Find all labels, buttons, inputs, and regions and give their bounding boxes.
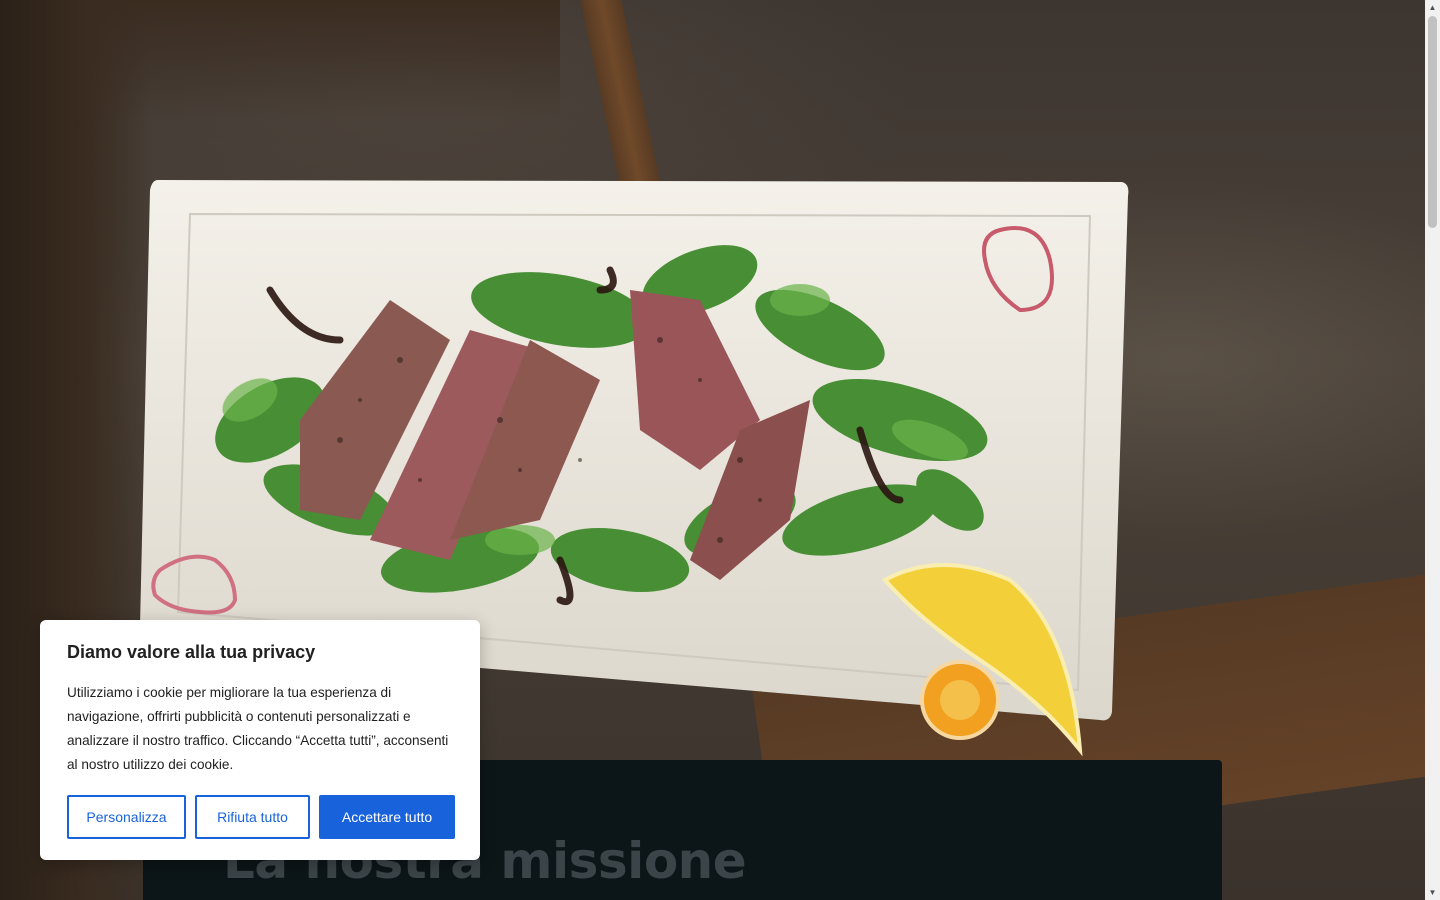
cookie-description: Utilizziamo i cookie per migliorare la t… <box>67 685 449 772</box>
reject-all-button[interactable]: Rifiuta tutto <box>195 795 310 839</box>
customize-button[interactable]: Personalizza <box>67 795 186 839</box>
cookie-title: Diamo valore alla tua privacy <box>67 642 316 662</box>
cookie-buttons: Personalizza Rifiuta tutto Accettare tut… <box>67 795 455 839</box>
cookie-consent-dialog: Diamo valore alla tua privacy Utilizziam… <box>40 620 480 860</box>
page-scrollbar[interactable]: ▲ ▼ <box>1425 0 1440 900</box>
scroll-down-arrow-icon[interactable]: ▼ <box>1425 885 1440 900</box>
scroll-up-arrow-icon[interactable]: ▲ <box>1425 0 1440 15</box>
accept-all-button[interactable]: Accettare tutto <box>319 795 455 839</box>
scrollbar-thumb[interactable] <box>1428 16 1437 228</box>
